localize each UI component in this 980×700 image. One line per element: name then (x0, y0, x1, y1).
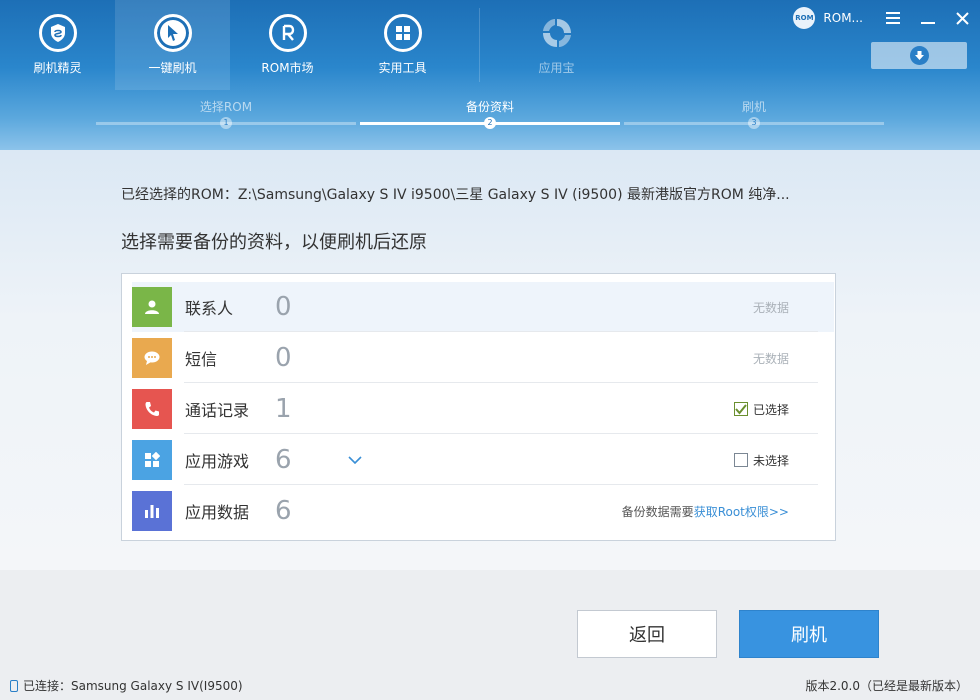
item-count: 0 (275, 292, 292, 322)
grid-icon (383, 14, 422, 52)
item-name: 短信 (185, 350, 218, 369)
top-header: 刷机精灵 一键刷机 ROM市场 实用工具 应用宝 ROM ROM... 选择RO… (0, 0, 980, 150)
item-name: 通话记录 (185, 401, 250, 420)
step-label: 刷机 (741, 100, 766, 114)
checkbox-label: 已选择 (752, 402, 789, 417)
nav-separator (479, 8, 480, 82)
version-info: 版本2.0.0（已经是最新版本） (805, 679, 968, 693)
select-checkbox[interactable]: 已选择 (733, 401, 789, 418)
list-item-call-log[interactable]: 通话记录 1 已选择 (132, 384, 834, 434)
main-content: 已经选择的ROM：Z:\Samsung\Galaxy S IV i9500\三星… (0, 150, 980, 570)
phone-icon (132, 389, 172, 429)
minimize-button[interactable] (910, 0, 945, 36)
select-checkbox[interactable]: 未选择 (733, 452, 789, 469)
nav-label: 一键刷机 (148, 61, 197, 75)
menu-button[interactable] (875, 0, 910, 36)
expand-button[interactable] (345, 450, 365, 470)
nav-item-flash-wizard[interactable]: 刷机精灵 (0, 0, 115, 90)
backup-list: 联系人 0 无数据 短信 0 无数据 通话记录 1 已选择 应用游戏 6 未选择… (121, 273, 836, 541)
shield-icon (38, 14, 77, 52)
list-item-apps[interactable]: 应用游戏 6 未选择 (132, 435, 834, 485)
step-flash: 刷机 3 (624, 98, 884, 129)
item-status: 无数据 (752, 300, 789, 315)
nav-label: ROM市场 (261, 61, 314, 75)
list-item-contacts[interactable]: 联系人 0 无数据 (132, 282, 834, 332)
bar-chart-icon (132, 491, 172, 531)
item-name: 应用数据 (185, 503, 250, 522)
connection-text: 已连接：Samsung Galaxy S IV(I9500) (23, 679, 243, 693)
step-bar: 2 (360, 117, 620, 129)
row-divider (184, 382, 818, 383)
get-root-link[interactable]: 获取Root权限>> (694, 505, 789, 519)
connection-status: 已连接：Samsung Galaxy S IV(I9500) (10, 677, 243, 694)
root-note-text: 备份数据需要 (621, 504, 694, 519)
item-count: 1 (275, 394, 292, 424)
nav-item-one-click-flash[interactable]: 一键刷机 (115, 0, 230, 90)
app-store-icon (538, 14, 576, 52)
item-count: 6 (275, 445, 292, 475)
nav-label: 实用工具 (378, 61, 427, 75)
list-item-app-data[interactable]: 应用数据 6 备份数据需要获取Root权限>> (132, 486, 834, 536)
step-number: 3 (748, 117, 760, 129)
step-number: 1 (220, 117, 232, 129)
item-name: 应用游戏 (185, 452, 250, 471)
checkbox-checked-icon (733, 402, 748, 416)
row-divider (184, 433, 818, 434)
item-count: 6 (275, 496, 292, 526)
checkbox-label: 未选择 (752, 453, 789, 468)
contact-icon (132, 287, 172, 327)
root-required-note: 备份数据需要获取Root权限>> (622, 503, 789, 520)
flash-button[interactable]: 刷机 (739, 610, 879, 658)
user-label[interactable]: ROM... (823, 11, 863, 25)
nav-label: 刷机精灵 (33, 61, 82, 75)
nav-item-app-store[interactable]: 应用宝 (499, 0, 614, 90)
device-icon (10, 679, 18, 692)
item-name: 联系人 (185, 299, 234, 318)
selected-rom-path: 已经选择的ROM：Z:\Samsung\Galaxy S IV i9500\三星… (121, 187, 790, 203)
window-controls: ROM ROM... (793, 0, 980, 36)
nav-item-tools[interactable]: 实用工具 (345, 0, 460, 90)
row-divider (184, 484, 818, 485)
back-button[interactable]: 返回 (577, 610, 717, 658)
item-count: 0 (275, 343, 292, 373)
step-number: 2 (484, 117, 496, 129)
footer: 返回 刷机 已连接：Samsung Galaxy S IV(I9500) 版本2… (0, 570, 980, 700)
avatar[interactable]: ROM (793, 7, 816, 29)
list-item-sms[interactable]: 短信 0 无数据 (132, 333, 834, 383)
download-manager-button[interactable] (871, 42, 967, 69)
cursor-icon (153, 14, 192, 52)
nav-label: 应用宝 (538, 61, 575, 75)
download-icon (909, 46, 929, 65)
step-label: 选择ROM (199, 100, 253, 114)
nav-item-rom-market[interactable]: ROM市场 (230, 0, 345, 90)
rom-market-icon (268, 14, 307, 52)
row-divider (184, 331, 818, 332)
page-title: 选择需要备份的资料，以便刷机后还原 (121, 232, 427, 253)
menu-icon (885, 12, 900, 24)
step-backup-data: 备份资料 2 (360, 98, 620, 129)
apps-icon (132, 440, 172, 480)
minimize-icon (920, 22, 935, 24)
step-bar: 1 (96, 117, 356, 129)
step-bar: 3 (624, 117, 884, 129)
step-label: 备份资料 (465, 100, 514, 114)
step-select-rom: 选择ROM 1 (96, 98, 356, 129)
checkbox-unchecked-icon (733, 453, 748, 467)
close-icon (956, 11, 969, 25)
close-button[interactable] (945, 0, 980, 36)
chevron-down-icon (348, 456, 362, 464)
message-icon (132, 338, 172, 378)
item-status: 无数据 (752, 351, 789, 366)
main-nav: 刷机精灵 一键刷机 ROM市场 实用工具 (0, 0, 460, 90)
